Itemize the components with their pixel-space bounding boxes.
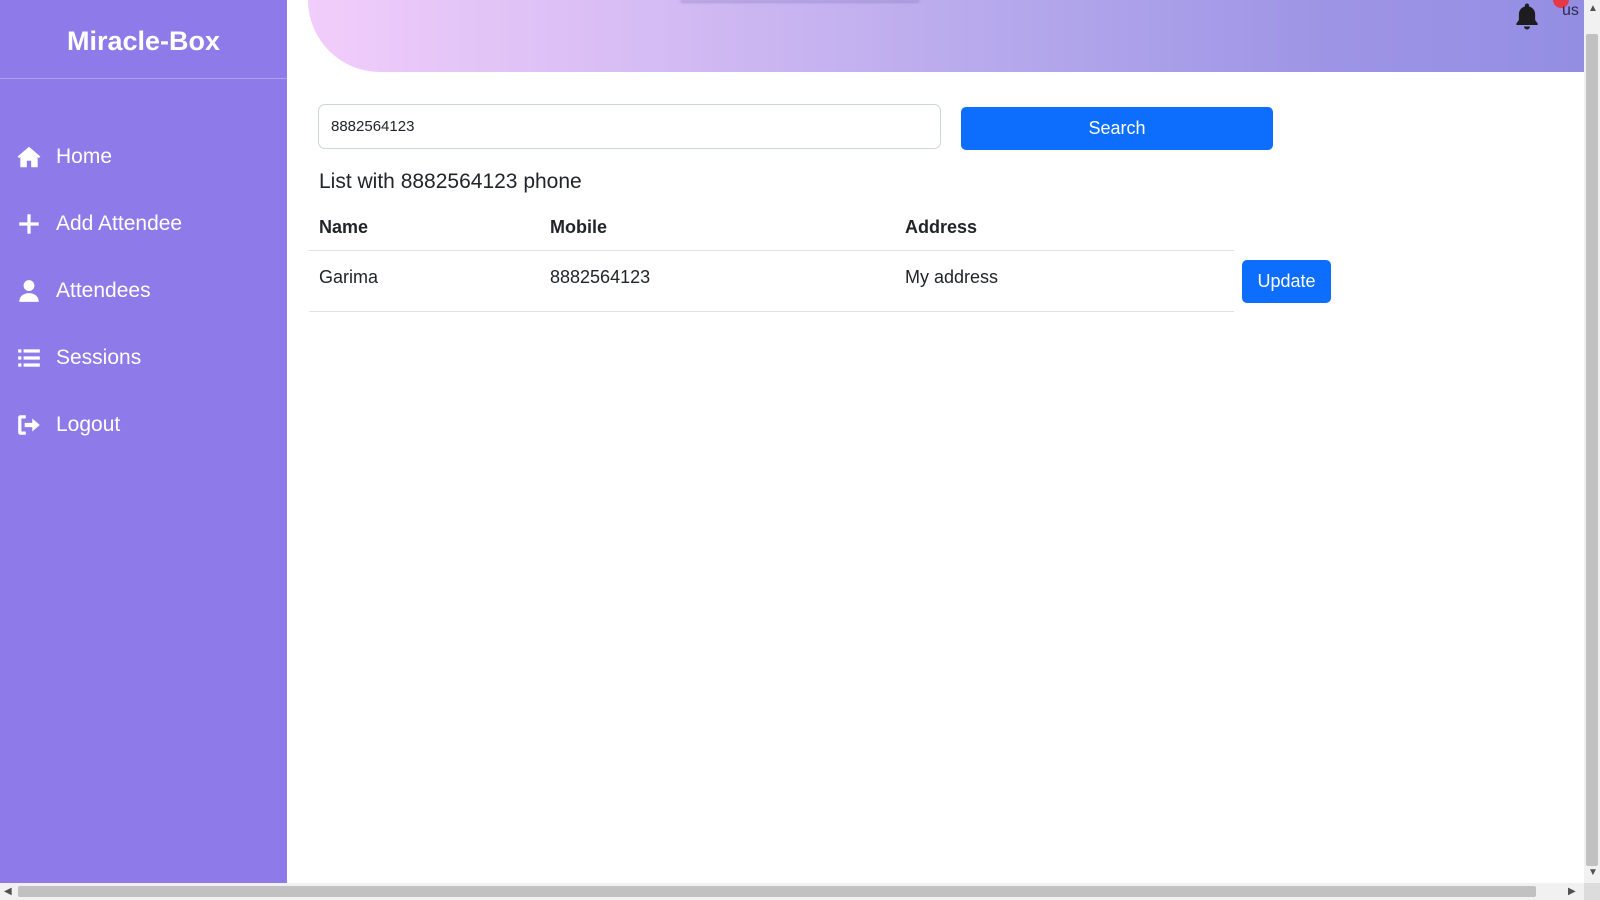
scroll-right-icon[interactable]: ▶ [1568,887,1576,897]
logout-icon [16,412,42,438]
table-header-row: Name Mobile Address [309,209,1234,251]
update-button[interactable]: Update [1242,260,1331,303]
column-header-address: Address [905,217,978,237]
scroll-up-icon[interactable]: ▲ [1588,4,1598,14]
bell-icon[interactable] [1512,0,1542,32]
cell-mobile: 8882564123 [550,267,651,287]
user-menu[interactable]: us [1562,2,1579,20]
sidebar-item-add-attendee[interactable]: Add Attendee [0,190,287,257]
results-table: Name Mobile Address Garima 8882564123 My… [309,209,1234,312]
vertical-scroll-thumb[interactable] [1586,34,1598,866]
search-button[interactable]: Search [961,107,1273,150]
sidebar-item-label: Home [56,144,113,168]
sidebar-item-logout[interactable]: Logout [0,391,287,458]
sidebar: Miracle-Box Home Add Attendee Attendees … [0,0,287,883]
column-header-mobile: Mobile [550,217,607,237]
cell-address: My address [905,267,999,287]
sidebar-nav: Home Add Attendee Attendees Sessions Log… [0,123,287,458]
scroll-down-icon[interactable]: ▼ [1588,868,1598,878]
sidebar-item-label: Attendees [56,278,151,302]
home-icon [16,144,42,170]
results-title: List with 8882564123 phone [319,170,582,193]
sidebar-item-label: Sessions [56,345,142,369]
plus-icon [16,211,42,237]
horizontal-scroll-thumb[interactable] [18,886,1536,897]
brand-title[interactable]: Miracle-Box [0,0,287,79]
scroll-left-icon[interactable]: ◀ [4,887,12,897]
table-row: Garima 8882564123 My address [309,251,1234,312]
user-icon [16,278,42,304]
scrollbar-corner [1584,883,1600,900]
cell-name: Garima [319,267,379,287]
top-header [308,0,1584,72]
column-header-name: Name [319,217,369,237]
horizontal-scrollbar[interactable]: ◀ ▶ [0,883,1584,900]
sidebar-item-sessions[interactable]: Sessions [0,324,287,391]
sidebar-item-label: Add Attendee [56,211,183,235]
header-divider [680,0,920,3]
sidebar-item-label: Logout [56,412,121,436]
search-input[interactable] [318,104,941,149]
sidebar-item-attendees[interactable]: Attendees [0,257,287,324]
sidebar-item-home[interactable]: Home [0,123,287,190]
list-icon [16,345,42,371]
vertical-scrollbar[interactable]: ▲ ▼ [1584,0,1600,883]
